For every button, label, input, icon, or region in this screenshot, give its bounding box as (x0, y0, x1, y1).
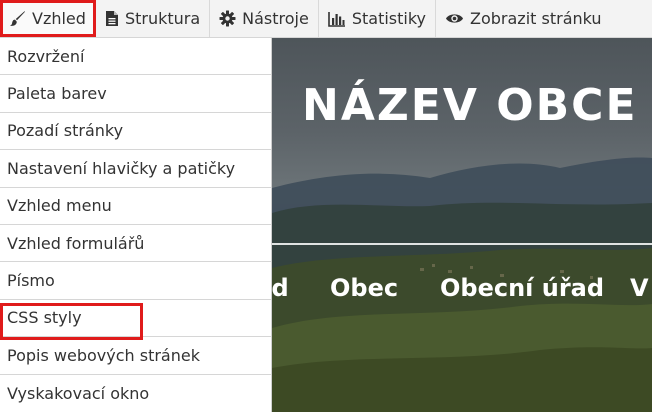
nav-item-obec[interactable]: Obec (330, 274, 398, 302)
menu-item-popis-webovych-stranek[interactable]: Popis webových stránek (0, 337, 271, 375)
brush-icon (9, 10, 26, 27)
bar-chart-icon (328, 11, 346, 27)
menu-item-vyskakovaci-okno[interactable]: Vyskakovací okno (0, 375, 271, 412)
nav-item-obecni-urad[interactable]: Obecní úřad (440, 274, 604, 302)
vzhled-dropdown-menu: Rozvržení Paleta barev Pozadí stránky Na… (0, 38, 272, 412)
struktura-label: Struktura (124, 9, 201, 28)
gear-icon (219, 10, 236, 27)
menu-item-paleta-barev[interactable]: Paleta barev (0, 75, 271, 113)
menu-item-vzhled-formularu[interactable]: Vzhled formulářů (0, 225, 271, 263)
statistiky-label: Statistiky (351, 9, 427, 28)
vzhled-label: Vzhled (32, 9, 86, 28)
vzhled-button[interactable]: Vzhled (0, 0, 96, 37)
menu-item-pozadi-stranky[interactable]: Pozadí stránky (0, 113, 271, 151)
menu-item-pismo[interactable]: Písmo (0, 262, 271, 300)
site-title: NÁZEV OBCE (302, 80, 638, 131)
nastroje-button[interactable]: Nástroje (210, 0, 319, 37)
menu-item-vzhled-menu[interactable]: Vzhled menu (0, 188, 271, 225)
statistiky-button[interactable]: Statistiky (319, 0, 437, 37)
file-icon (105, 10, 119, 27)
menu-item-rozvrzeni[interactable]: Rozvržení (0, 38, 271, 76)
menu-item-hlavicka-paticka[interactable]: Nastavení hlavičky a patičky (0, 150, 271, 188)
zobrazit-stranku-button[interactable]: Zobrazit stránku (436, 0, 611, 37)
nav-item-partial-right[interactable]: V (630, 274, 649, 302)
admin-toolbar: Vzhled Struktura Nástroje Statistiky Zob… (0, 0, 652, 38)
menu-item-css-styly[interactable]: CSS styly (0, 300, 271, 341)
hero-divider (272, 243, 652, 245)
nastroje-label: Nástroje (242, 9, 309, 28)
zobrazit-stranku-label: Zobrazit stránku (470, 9, 602, 28)
eye-icon (445, 12, 464, 25)
struktura-button[interactable]: Struktura (96, 0, 211, 37)
